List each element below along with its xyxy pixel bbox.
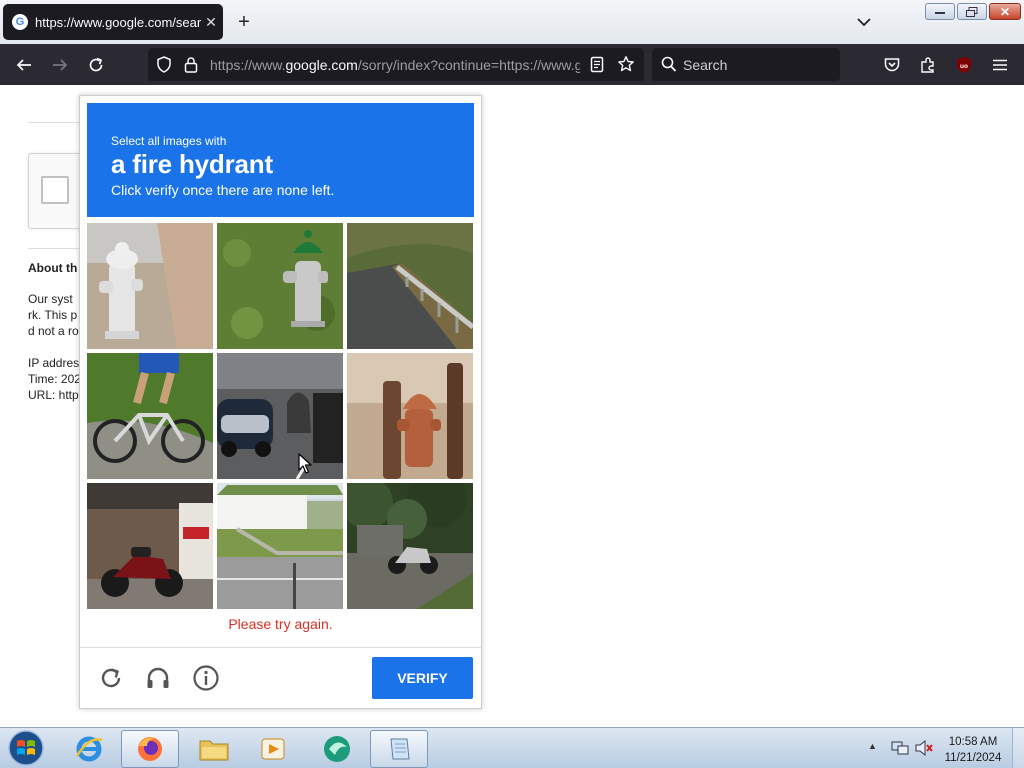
navigation-toolbar: https://www.google.com/sorry/index?conti… [0, 44, 1024, 85]
pocket-icon[interactable] [881, 54, 903, 76]
taskbar-file-explorer-icon[interactable] [185, 730, 243, 768]
forward-button[interactable] [49, 54, 71, 76]
challenge-header: Select all images with a fire hydrant Cl… [87, 103, 474, 217]
body-text-line: d not a ro [28, 324, 79, 338]
minimize-button[interactable] [925, 3, 955, 20]
list-all-tabs-icon[interactable] [854, 12, 874, 32]
verify-button[interactable]: VERIFY [372, 657, 473, 699]
tracking-protection-shield-icon[interactable] [156, 56, 172, 78]
image-tile-3[interactable] [347, 223, 473, 349]
taskbar-internet-explorer-icon[interactable] [60, 730, 118, 768]
image-tile-8[interactable] [217, 483, 343, 609]
recaptcha-checkbox[interactable] [41, 176, 69, 204]
ublock-origin-icon[interactable]: uo [953, 54, 975, 76]
body-text-line: Our syst [28, 292, 73, 306]
image-tile-9[interactable] [347, 483, 473, 609]
url-line: URL: http [28, 388, 79, 402]
image-tile-6[interactable] [347, 353, 473, 479]
reload-button[interactable] [85, 54, 107, 76]
ip-address-line: IP addres [28, 356, 80, 370]
taskbar-notepad-icon[interactable] [370, 730, 428, 768]
close-window-button[interactable]: ✕ [989, 3, 1021, 20]
taskbar-firefox-icon[interactable] [121, 730, 179, 768]
mouse-cursor-icon [298, 453, 312, 474]
browser-tab[interactable]: G https://www.google.com/search ✕ [3, 4, 223, 40]
image-tile-1[interactable] [87, 223, 213, 349]
taskbar-media-player-icon[interactable] [244, 730, 302, 768]
about-heading: About th [28, 261, 78, 275]
show-desktop-button[interactable] [1012, 728, 1024, 768]
search-box[interactable]: Search [652, 48, 840, 81]
app-menu-icon[interactable] [989, 54, 1011, 76]
tab-strip: G https://www.google.com/search ✕ + ✕ [0, 0, 1024, 44]
image-tile-5[interactable] [217, 353, 343, 479]
url-text[interactable]: https://www.google.com/sorry/index?conti… [210, 57, 580, 73]
tab-title: https://www.google.com/search [35, 14, 201, 30]
window-controls: ✕ [925, 3, 1021, 20]
challenge-target: a fire hydrant [111, 149, 273, 179]
clock-date: 11/21/2024 [944, 752, 1002, 764]
bookmark-star-icon[interactable] [617, 55, 635, 78]
recaptcha-challenge-dialog: Select all images with a fire hydrant Cl… [79, 95, 482, 709]
taskbar-app-icon[interactable] [308, 730, 366, 768]
image-grid [87, 223, 474, 610]
network-icon[interactable] [891, 740, 909, 761]
search-icon [661, 56, 677, 78]
back-button[interactable] [13, 54, 35, 76]
image-tile-7[interactable] [87, 483, 213, 609]
image-tile-4[interactable] [87, 353, 213, 479]
svg-text:uo: uo [960, 63, 968, 70]
clock-time: 10:58 AM [948, 736, 998, 748]
windows-taskbar: ▲ 10:58 AM 11/21/2024 [0, 727, 1024, 768]
challenge-subinstruction: Click verify once there are none left. [111, 182, 335, 198]
new-tab-button[interactable]: + [234, 11, 254, 33]
body-text-line: rk. This p [28, 308, 78, 322]
reader-view-icon[interactable] [590, 56, 604, 78]
info-icon[interactable] [192, 664, 220, 692]
error-message: Please try again. [228, 616, 333, 632]
restore-button[interactable] [957, 3, 987, 20]
google-favicon-icon: G [12, 14, 28, 30]
search-placeholder: Search [683, 57, 728, 73]
challenge-instruction: Select all images with [111, 134, 227, 148]
time-line: Time: 202 [28, 372, 80, 386]
lock-icon[interactable] [184, 56, 198, 78]
system-clock[interactable]: 10:58 AM 11/21/2024 [940, 734, 1006, 766]
show-hidden-icons-icon[interactable]: ▲ [868, 741, 877, 751]
start-button[interactable] [6, 729, 46, 767]
audio-challenge-headphones-icon[interactable] [144, 664, 172, 692]
extensions-puzzle-icon[interactable] [917, 54, 939, 76]
close-tab-icon[interactable]: ✕ [203, 14, 219, 31]
reload-challenge-icon[interactable] [97, 664, 125, 692]
url-bar[interactable]: https://www.google.com/sorry/index?conti… [148, 48, 644, 81]
image-tile-2[interactable] [217, 223, 343, 349]
footer-divider [80, 647, 481, 648]
volume-muted-icon[interactable] [915, 739, 933, 761]
